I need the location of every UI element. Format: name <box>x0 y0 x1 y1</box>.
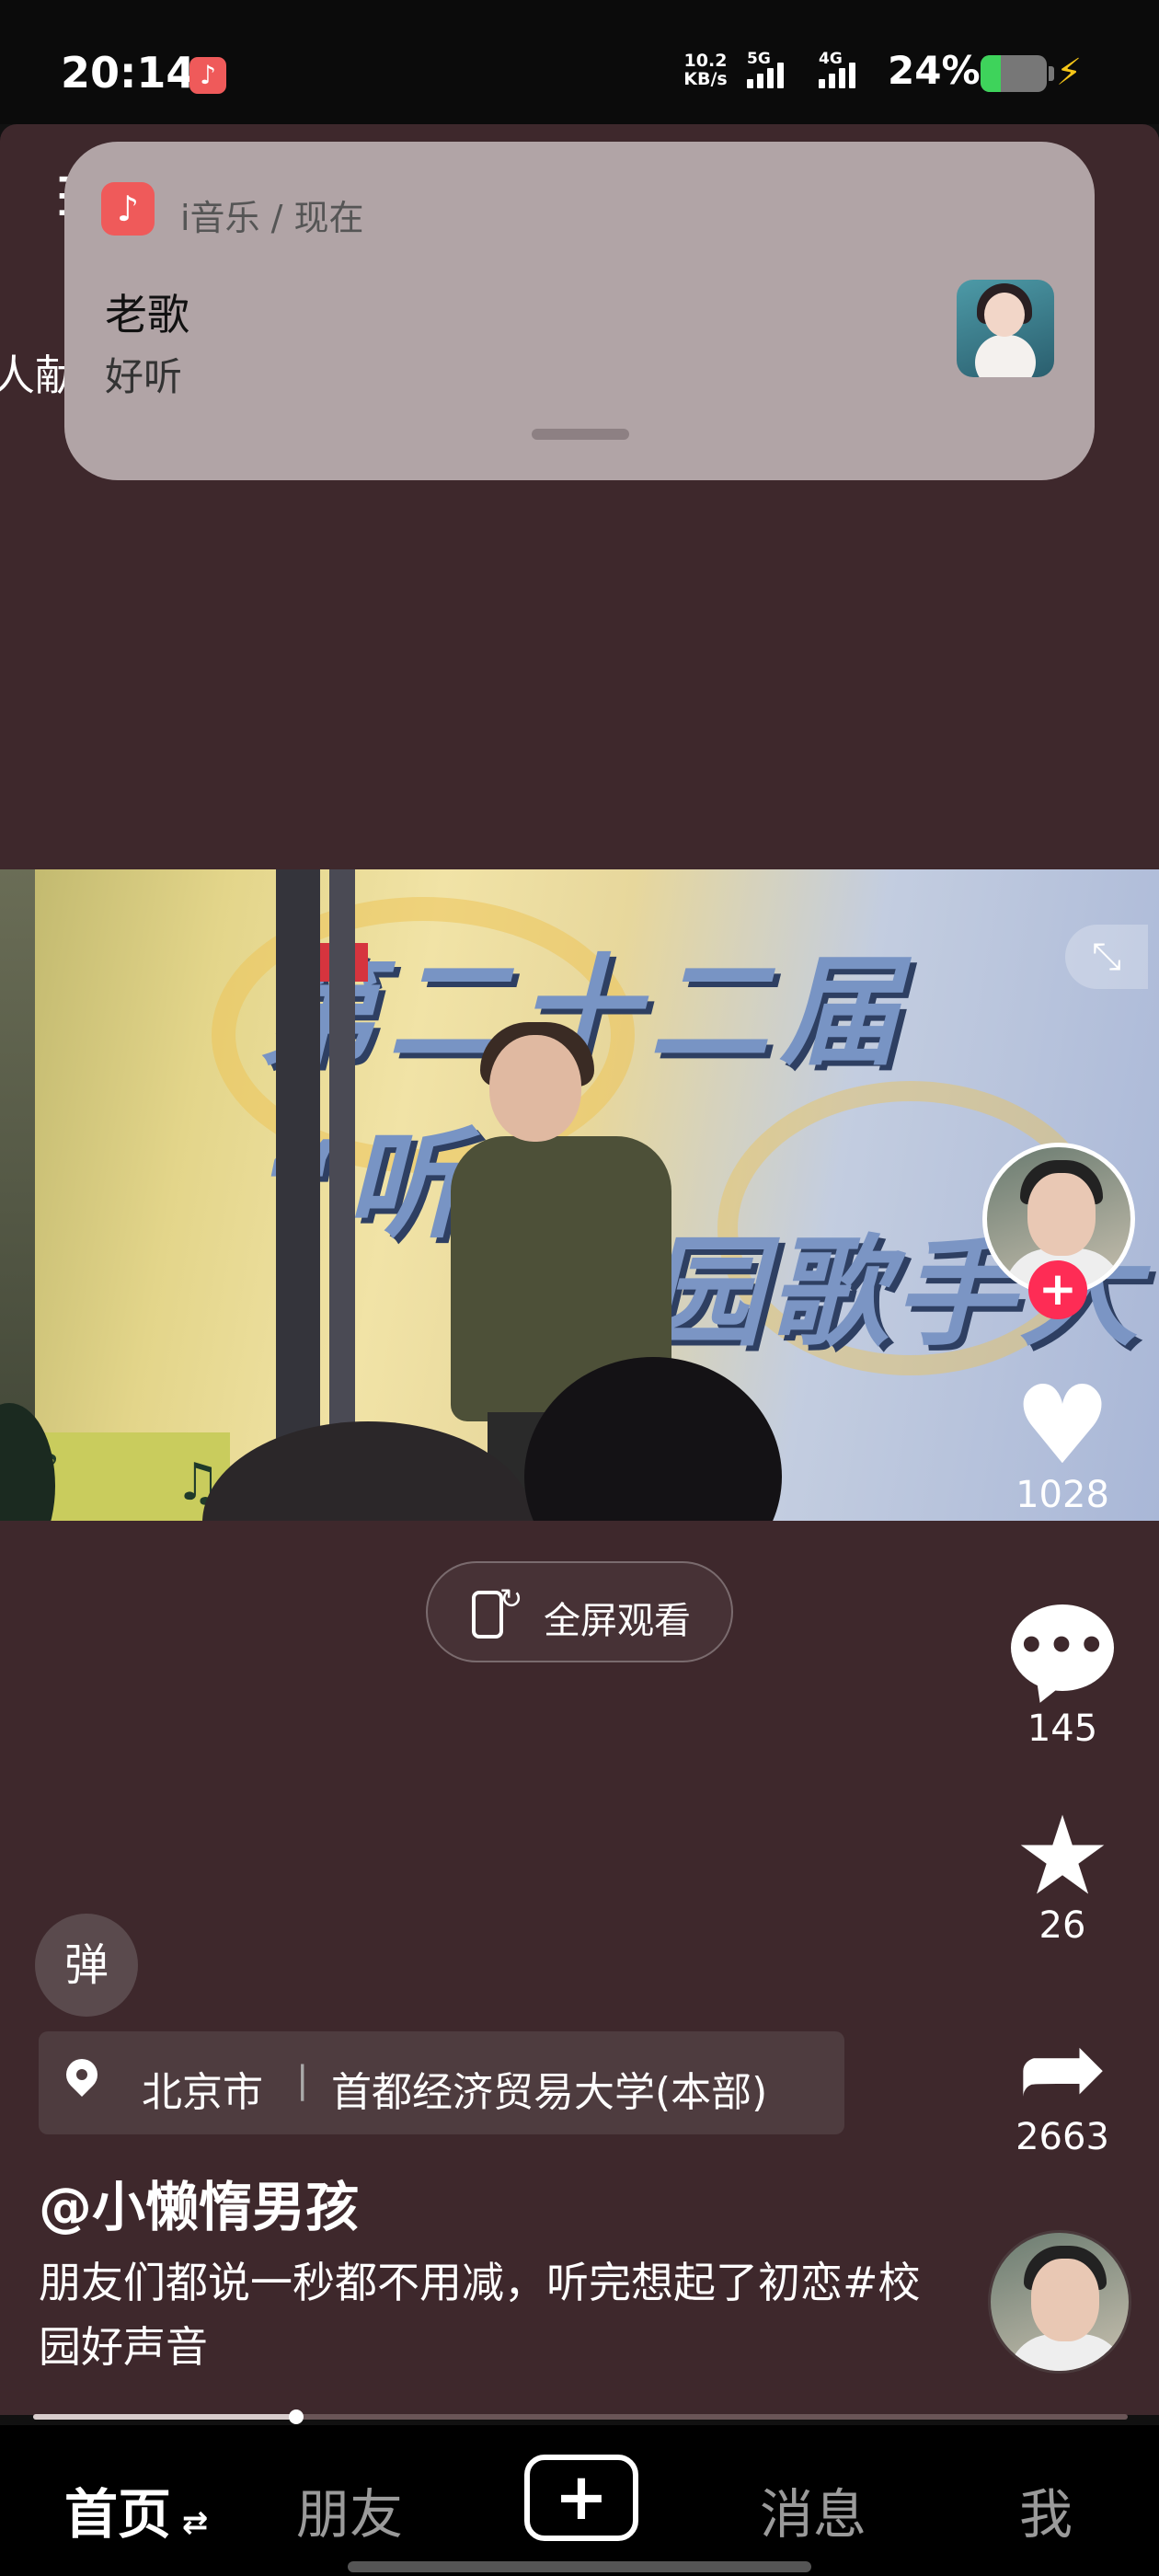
fullscreen-button[interactable]: ↻ 全屏观看 <box>426 1561 733 1662</box>
signal-5g-icon: 5G <box>747 50 784 88</box>
playback-progress[interactable] <box>33 2409 1128 2424</box>
follow-button[interactable]: + <box>1028 1260 1087 1319</box>
like-button[interactable]: ♥ 1028 <box>975 1371 1150 1516</box>
location-place: 首都经济贸易大学(本部) <box>331 2069 768 2116</box>
battery-percent: 24% <box>888 48 981 93</box>
share-arrow-icon: ➦ <box>1016 2004 1108 2131</box>
notification-app-name: i音乐 / 现在 <box>180 198 364 238</box>
battery-icon <box>981 55 1054 92</box>
signal-4g-icon: 4G <box>819 50 855 88</box>
tab-me[interactable]: 我 <box>1019 2471 1073 2548</box>
status-bar: 20:14 ♪ 10.2 KB/s 5G 4G 24% ⚡ <box>0 0 1159 124</box>
location-tag[interactable]: 北京市 | 首都经济贸易大学(本部) <box>39 2031 844 2134</box>
comment-button[interactable]: ••• 145 <box>975 1592 1150 1750</box>
share-count: 2663 <box>1016 2116 1109 2158</box>
charging-icon: ⚡ <box>1056 52 1083 94</box>
location-city: 北京市 <box>142 2069 263 2116</box>
create-button[interactable]: + <box>524 2455 638 2541</box>
notification-drag-handle[interactable] <box>532 429 629 440</box>
music-app-status-icon: ♪ <box>189 57 226 94</box>
progress-knob[interactable] <box>288 2409 304 2424</box>
tab-friends[interactable]: 朋友 <box>296 2471 403 2548</box>
location-pin-icon <box>59 2052 105 2098</box>
rotate-screen-icon <box>472 1591 503 1639</box>
tab-messages[interactable]: 消息 <box>760 2471 866 2548</box>
exit-fullscreen-icon[interactable]: ⤡ <box>1065 925 1148 989</box>
music-notification[interactable]: ♪ i音乐 / 现在 老歌 好听 <box>64 142 1095 480</box>
comment-count: 145 <box>1027 1708 1098 1750</box>
notification-thumbnail <box>957 280 1054 377</box>
favorite-button[interactable]: ★ 26 <box>975 1801 1150 1947</box>
notification-title: 老歌 <box>105 290 189 339</box>
tab-home[interactable]: 首页 ⇄ <box>64 2471 208 2548</box>
video-caption[interactable]: 朋友们都说一秒都不用减，听完想起了初恋#校园好声音 <box>39 2250 922 2379</box>
favorite-count: 26 <box>1039 1904 1086 1947</box>
music-disc[interactable] <box>988 2230 1131 2374</box>
notification-text: 好听 <box>105 354 183 399</box>
fullscreen-label: 全屏观看 <box>544 1600 691 1642</box>
comment-icon: ••• <box>1011 1604 1114 1708</box>
heart-icon: ♥ <box>1014 1362 1111 1489</box>
network-speed: 10.2 KB/s <box>683 51 728 89</box>
home-indicator[interactable] <box>348 2561 811 2572</box>
star-icon: ★ <box>1014 1792 1111 1919</box>
like-count: 1028 <box>1016 1474 1109 1516</box>
danmaku-label: 弹 <box>63 1939 109 1991</box>
author-name[interactable]: @小懒惰男孩 <box>39 2164 359 2241</box>
clock: 20:14 <box>61 48 196 98</box>
danmaku-toggle[interactable]: 弹 <box>35 1914 138 2017</box>
bottom-tab-bar: 首页 ⇄ 朋友 + 消息 我 <box>0 2425 1159 2576</box>
share-button[interactable]: ➦ 2663 <box>975 2013 1150 2158</box>
location-divider: | <box>296 2059 309 2101</box>
music-app-icon: ♪ <box>101 182 155 236</box>
